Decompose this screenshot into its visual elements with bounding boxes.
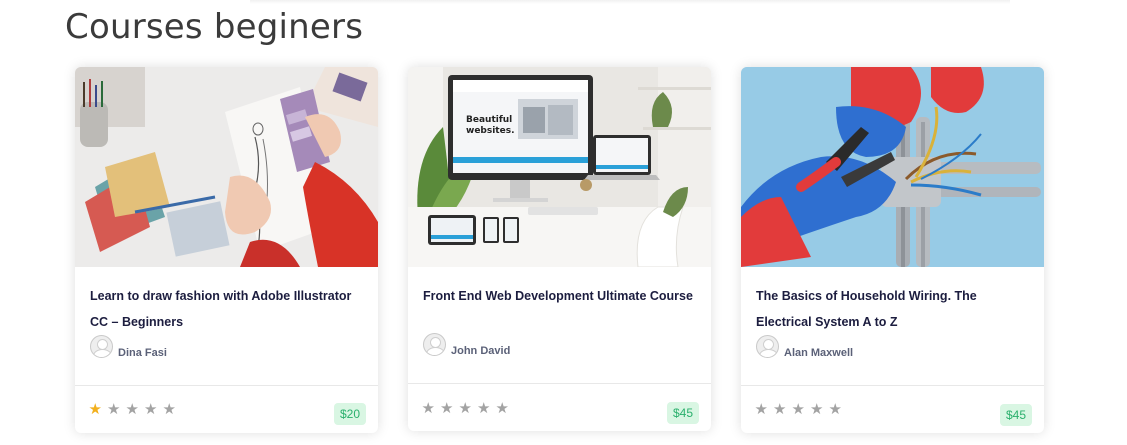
star-icon[interactable]: ★ bbox=[419, 401, 438, 417]
course-thumbnail[interactable]: Beautiful websites. bbox=[408, 67, 711, 267]
course-thumbnail[interactable] bbox=[741, 67, 1044, 267]
rating-stars[interactable]: ★ ★ ★ ★ ★ bbox=[86, 402, 179, 418]
user-avatar-icon bbox=[756, 334, 779, 358]
user-avatar-icon bbox=[423, 332, 446, 356]
star-icon[interactable]: ★ bbox=[752, 402, 771, 418]
course-card[interactable]: The Basics of Household Wiring. The Elec… bbox=[741, 67, 1044, 433]
user-avatar-icon bbox=[90, 334, 113, 358]
course-author[interactable]: Alan Maxwell bbox=[756, 334, 853, 359]
rating-stars[interactable]: ★ ★ ★ ★ ★ bbox=[419, 401, 512, 417]
star-icon[interactable]: ★ bbox=[771, 402, 790, 418]
top-divider bbox=[250, 0, 1010, 4]
rating-stars[interactable]: ★ ★ ★ ★ ★ bbox=[752, 402, 845, 418]
star-icon[interactable]: ★ bbox=[826, 402, 845, 418]
author-name[interactable]: John David bbox=[451, 345, 510, 357]
card-divider bbox=[75, 385, 378, 386]
star-icon[interactable]: ★ bbox=[160, 402, 179, 418]
course-card[interactable]: Beautiful websites. Front End Web Develo… bbox=[408, 67, 711, 431]
course-title[interactable]: The Basics of Household Wiring. The Elec… bbox=[756, 283, 1031, 335]
star-icon[interactable]: ★ bbox=[438, 401, 457, 417]
card-divider bbox=[408, 383, 711, 384]
course-author[interactable]: John David bbox=[423, 332, 510, 357]
course-author[interactable]: Dina Fasi bbox=[90, 334, 167, 359]
star-icon[interactable]: ★ bbox=[86, 402, 105, 418]
course-title[interactable]: Front End Web Development Ultimate Cours… bbox=[423, 283, 698, 309]
star-icon[interactable]: ★ bbox=[105, 402, 124, 418]
star-icon[interactable]: ★ bbox=[123, 402, 142, 418]
price-badge: $45 bbox=[999, 404, 1032, 426]
star-icon[interactable]: ★ bbox=[475, 401, 494, 417]
author-name[interactable]: Dina Fasi bbox=[118, 347, 167, 359]
course-card[interactable]: Learn to draw fashion with Adobe Illustr… bbox=[75, 67, 378, 433]
price-badge: $45 bbox=[666, 402, 699, 424]
star-icon[interactable]: ★ bbox=[789, 402, 808, 418]
star-icon[interactable]: ★ bbox=[808, 402, 827, 418]
course-title[interactable]: Learn to draw fashion with Adobe Illustr… bbox=[90, 283, 365, 335]
author-name[interactable]: Alan Maxwell bbox=[784, 347, 853, 359]
star-icon[interactable]: ★ bbox=[142, 402, 161, 418]
price-badge: $20 bbox=[333, 403, 366, 425]
card-divider bbox=[741, 385, 1044, 386]
svg-text:websites.: websites. bbox=[466, 126, 515, 136]
svg-text:Beautiful: Beautiful bbox=[466, 115, 512, 125]
star-icon[interactable]: ★ bbox=[493, 401, 512, 417]
section-title: Courses beginers bbox=[65, 7, 364, 47]
course-thumbnail[interactable] bbox=[75, 67, 378, 267]
star-icon[interactable]: ★ bbox=[456, 401, 475, 417]
